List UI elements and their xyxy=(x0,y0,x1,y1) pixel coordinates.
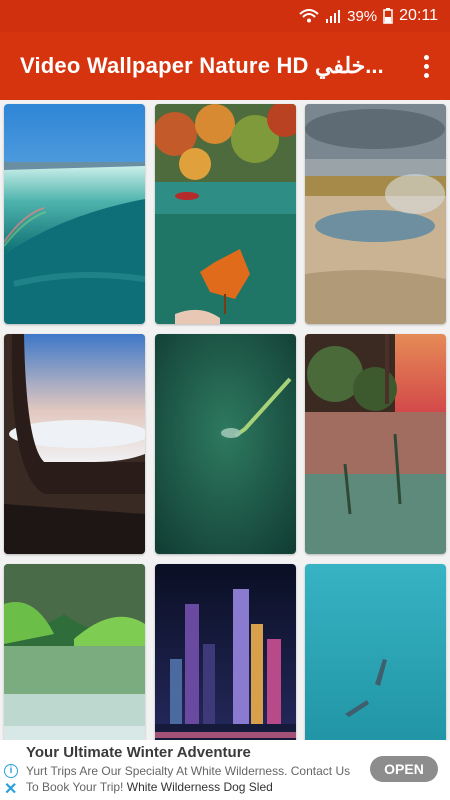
wallpaper-tile-hot-spring[interactable] xyxy=(305,104,446,324)
wallpaper-grid xyxy=(0,100,450,740)
status-bar: 39% 20:11 xyxy=(0,0,450,32)
more-vertical-icon[interactable] xyxy=(414,50,438,82)
ad-open-button[interactable]: OPEN xyxy=(370,756,438,782)
ad-banner[interactable]: i ✕ Your Ultimate Winter Adventure Yurt … xyxy=(0,740,450,800)
ad-close-icon[interactable]: ✕ xyxy=(4,782,17,798)
signal-icon xyxy=(325,9,341,23)
ad-title: Your Ultimate Winter Adventure xyxy=(26,744,251,761)
wallpaper-tile-airplane-window[interactable] xyxy=(4,334,145,554)
wallpaper-tile-water-drop[interactable] xyxy=(155,334,296,554)
battery-percent: 39% xyxy=(347,7,378,25)
wallpaper-tile-night-city[interactable] xyxy=(155,564,296,740)
battery-icon xyxy=(383,8,393,24)
ad-sponsor: White Wilderness Dog Sled xyxy=(126,780,273,794)
clock: 20:11 xyxy=(399,7,438,24)
wallpaper-tile-waterfall[interactable] xyxy=(4,104,145,324)
wifi-icon xyxy=(299,9,319,23)
app-title: Video Wallpaper Nature HD خلفي... xyxy=(20,53,384,78)
wallpaper-tile-sunset-pool[interactable] xyxy=(305,334,446,554)
app-bar: Video Wallpaper Nature HD خلفي... xyxy=(0,32,450,100)
ad-info-icon[interactable]: i xyxy=(4,764,18,778)
ad-body: Yurt Trips Are Our Specialty At White Wi… xyxy=(26,763,356,795)
wallpaper-tile-underwater-dolphins[interactable] xyxy=(305,564,446,740)
wallpaper-tile-autumn-lake[interactable] xyxy=(155,104,296,324)
wallpaper-tile-mountain-lake[interactable] xyxy=(4,564,145,740)
